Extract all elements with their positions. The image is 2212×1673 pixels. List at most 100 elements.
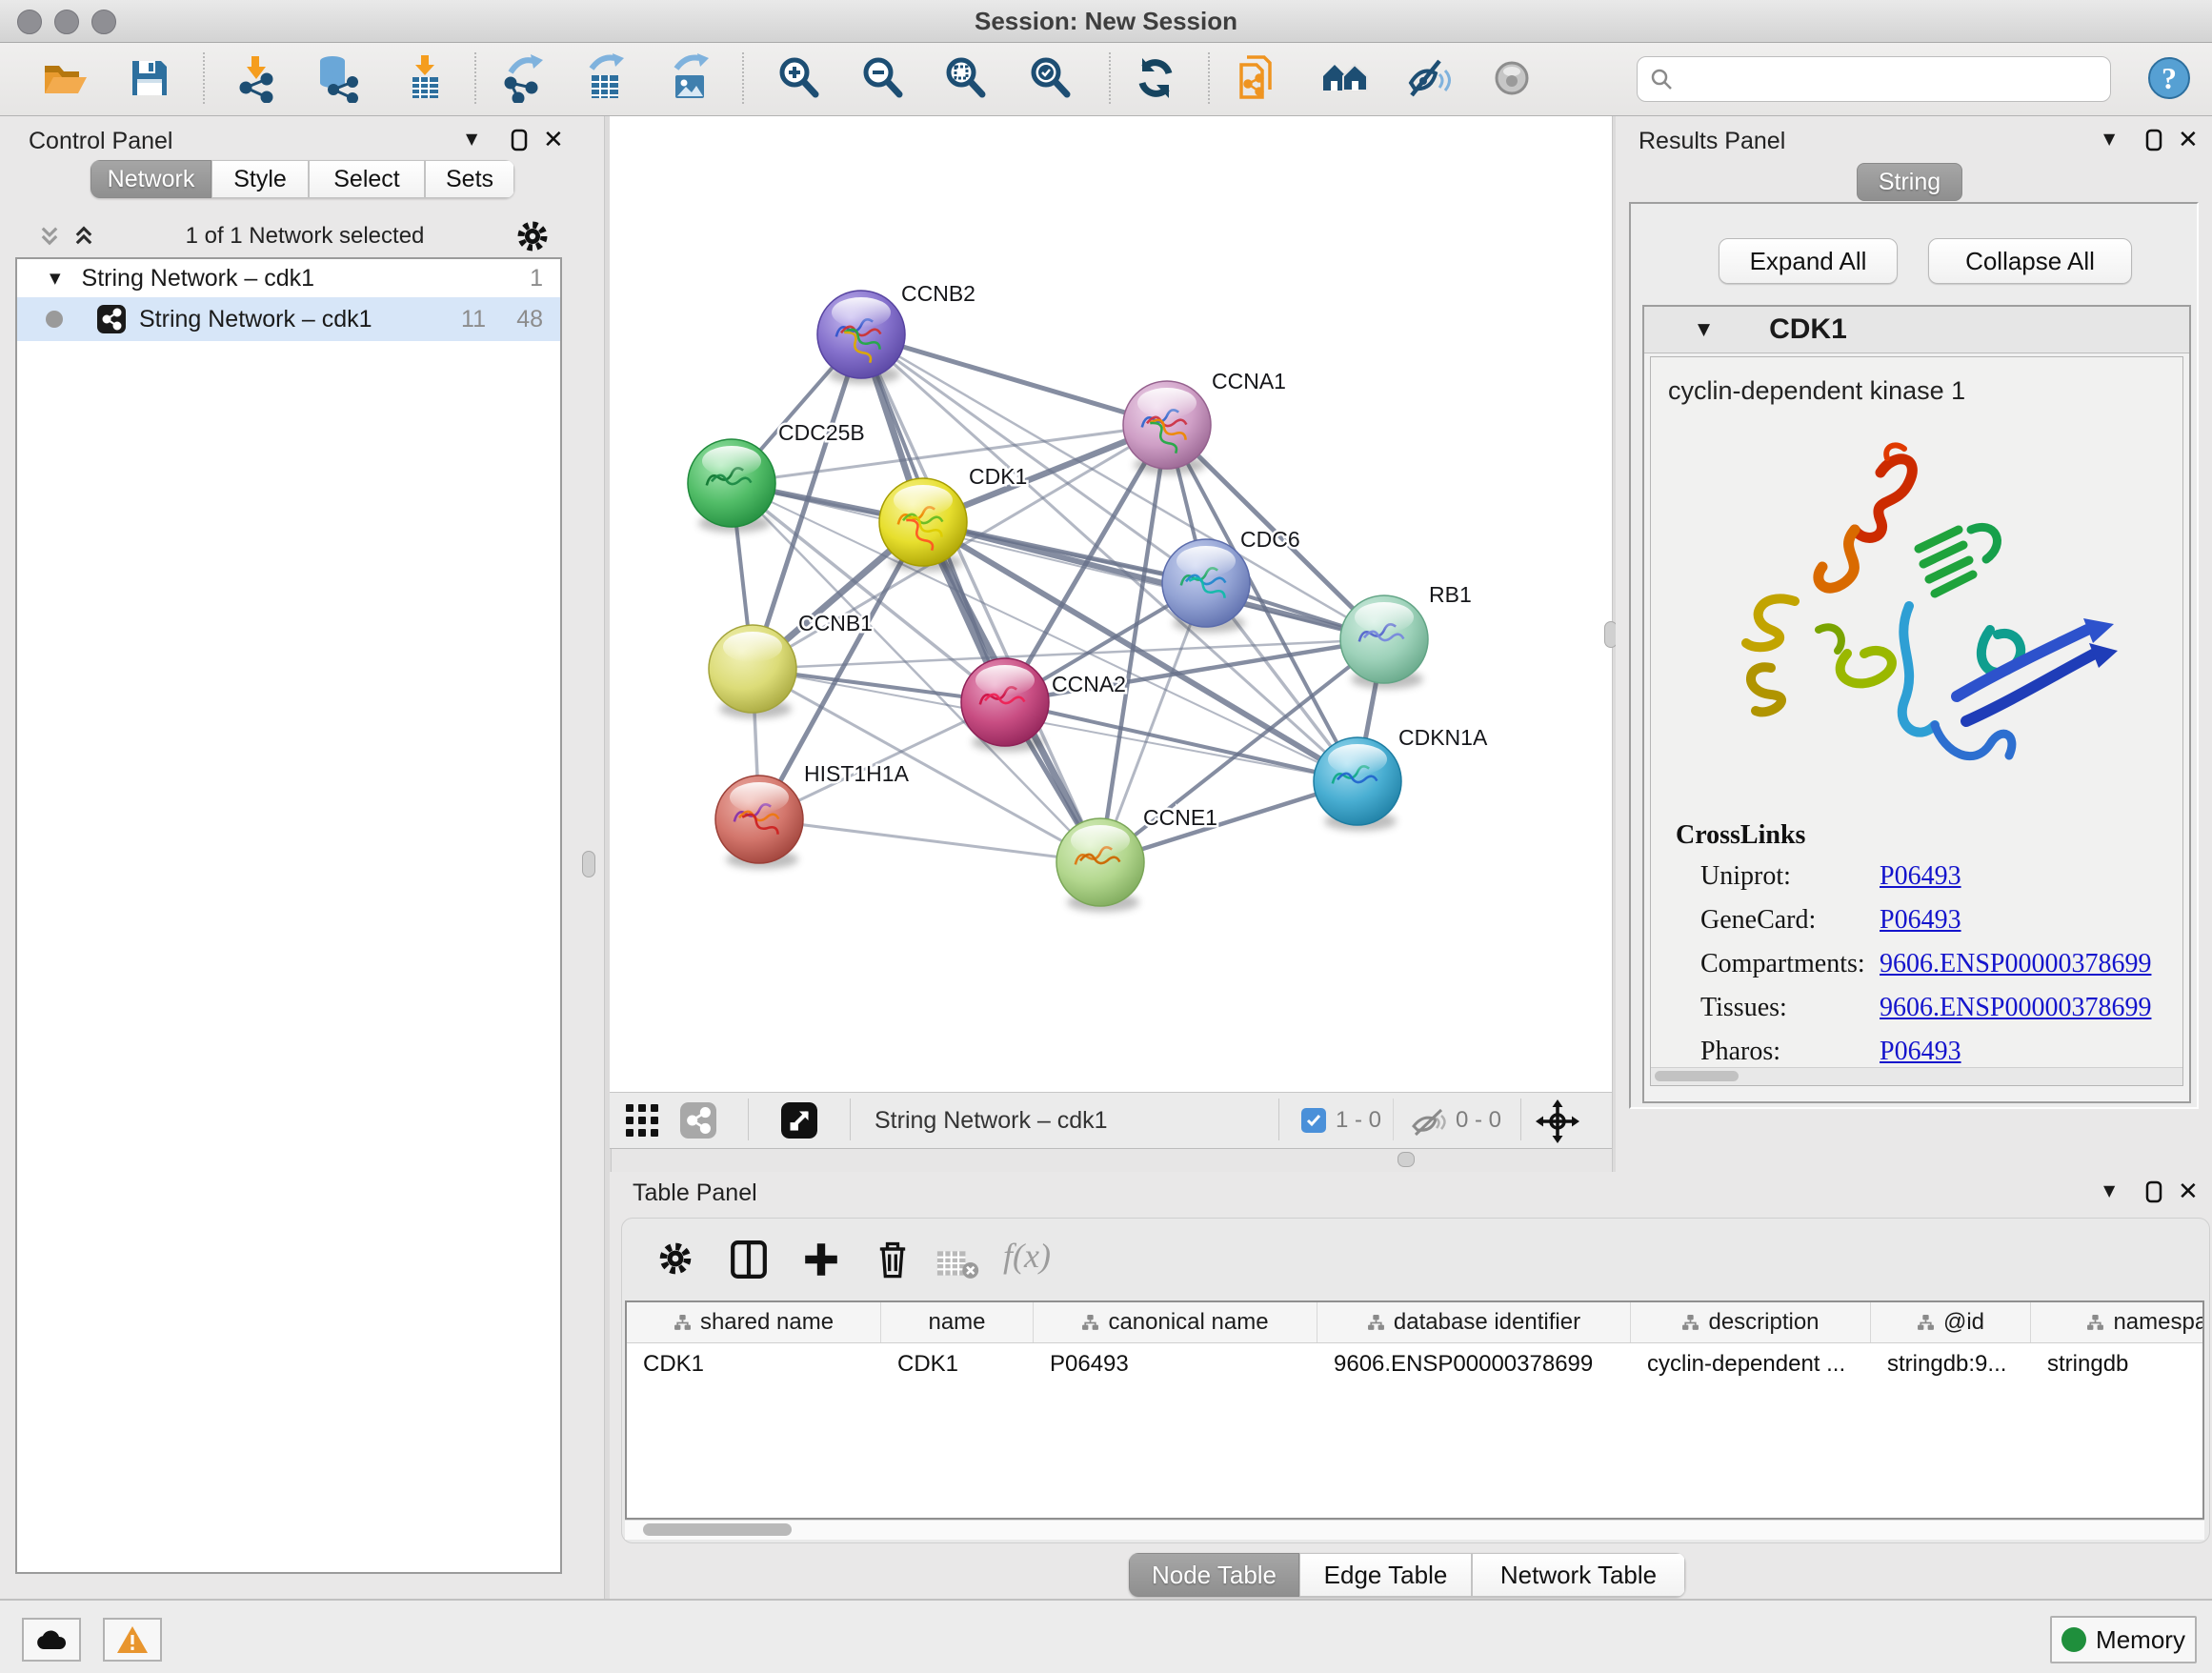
pan-crosshair-icon[interactable] — [1536, 1099, 1579, 1143]
cell-canonical-name[interactable]: P06493 — [1034, 1351, 1317, 1378]
node-CDK1[interactable]: CDK1 — [879, 464, 1027, 572]
hidden-eye-icon[interactable] — [1410, 1107, 1448, 1136]
tab-edge-table[interactable]: Edge Table — [1299, 1553, 1472, 1597]
import-table-file-icon[interactable] — [400, 53, 450, 103]
collapse-all-button[interactable]: Collapse All — [1928, 238, 2132, 284]
cell-@id[interactable]: stringdb:9... — [1871, 1351, 2031, 1378]
gear-icon[interactable] — [514, 218, 551, 254]
edge-CCNA1-CCNE1[interactable] — [1100, 425, 1167, 862]
memory-button[interactable]: Memory — [2050, 1616, 2197, 1663]
zoom-selected-icon[interactable] — [1025, 53, 1075, 103]
cell-database-identifier[interactable]: 9606.ENSP00000378699 — [1317, 1351, 1631, 1378]
column-header-@id[interactable]: @id — [1871, 1302, 2031, 1342]
export-image-icon[interactable] — [665, 53, 714, 103]
split-columns-icon[interactable] — [729, 1240, 769, 1280]
node-CCNA1[interactable]: CCNA1 — [1123, 369, 1286, 474]
cloud-button[interactable] — [22, 1618, 81, 1662]
network-collection-row[interactable]: ▼ String Network – cdk1 1 — [17, 259, 560, 297]
node-CDKN1A[interactable]: CDKN1A — [1314, 725, 1488, 831]
edge-HIST1H1A-CCNE1[interactable] — [759, 819, 1100, 862]
crosslink-link[interactable]: P06493 — [1880, 861, 1961, 892]
delete-table-icon[interactable] — [935, 1245, 980, 1281]
crosslink-link[interactable]: 9606.ENSP00000378699 — [1880, 993, 2151, 1023]
import-network-database-icon[interactable] — [312, 53, 362, 103]
first-neighbors-icon[interactable] — [1320, 53, 1370, 103]
search-field[interactable] — [1637, 56, 2111, 102]
float-panel-icon[interactable] — [2145, 129, 2162, 151]
close-panel-icon[interactable]: ✕ — [543, 126, 564, 154]
crosslink-link[interactable]: P06493 — [1880, 905, 1961, 936]
save-session-icon[interactable] — [125, 53, 174, 103]
zoom-fit-icon[interactable] — [940, 53, 990, 103]
selected-checkbox[interactable] — [1301, 1108, 1326, 1133]
import-network-file-icon[interactable] — [232, 53, 282, 103]
warning-button[interactable] — [103, 1618, 162, 1662]
tab-style[interactable]: Style — [211, 160, 309, 198]
horizontal-scrollbar[interactable] — [1651, 1067, 2182, 1085]
cell-shared-name[interactable]: CDK1 — [627, 1351, 881, 1378]
column-header-name[interactable]: name — [881, 1302, 1034, 1342]
column-header-canonical-name[interactable]: canonical name — [1034, 1302, 1317, 1342]
close-panel-icon[interactable]: ✕ — [2178, 1178, 2199, 1206]
tree-expander-icon[interactable]: ▼ — [50, 270, 61, 287]
tab-node-table[interactable]: Node Table — [1129, 1553, 1299, 1597]
float-panel-icon[interactable] — [2145, 1180, 2162, 1203]
panel-menu-icon[interactable]: ▼ — [2103, 1181, 2115, 1199]
open-session-icon[interactable] — [40, 53, 90, 103]
help-icon[interactable]: ? — [2144, 53, 2194, 103]
collapse-section-icon[interactable]: ▼ — [1698, 320, 1710, 339]
horizontal-scrollbar[interactable] — [625, 1520, 2204, 1540]
column-header-database-identifier[interactable]: database identifier — [1317, 1302, 1631, 1342]
node-HIST1H1A[interactable]: HIST1H1A — [715, 761, 910, 869]
crosslink-link[interactable]: 9606.ENSP00000378699 — [1880, 949, 2151, 979]
close-panel-icon[interactable]: ✕ — [2178, 126, 2199, 154]
tab-network-table[interactable]: Network Table — [1472, 1553, 1685, 1597]
expand-all-button[interactable]: Expand All — [1719, 238, 1898, 284]
show-graphics-details-icon[interactable] — [1487, 53, 1537, 103]
hide-selection-icon[interactable] — [1403, 53, 1453, 103]
tab-string[interactable]: String — [1857, 163, 1962, 201]
divider-grip[interactable] — [1398, 1152, 1415, 1167]
memory-status-dot — [2061, 1627, 2086, 1652]
column-header-namespace[interactable]: namespace — [2031, 1302, 2204, 1342]
grid-view-icon[interactable] — [625, 1103, 659, 1138]
cell-namespace[interactable]: stringdb — [2031, 1351, 2204, 1378]
column-header-shared-name[interactable]: shared name — [627, 1302, 881, 1342]
export-table-icon[interactable] — [580, 53, 630, 103]
gene-card-header[interactable]: ▼ CDK1 — [1644, 307, 2189, 353]
tab-network[interactable]: Network — [90, 160, 211, 198]
edge-CCNB2-CCNA1[interactable] — [861, 334, 1167, 425]
table-row[interactable]: CDK1CDK1P064939606.ENSP00000378699cyclin… — [627, 1343, 2202, 1385]
share-network-icon[interactable] — [680, 1102, 716, 1139]
zoom-in-icon[interactable] — [774, 53, 823, 103]
import-string-network-icon[interactable] — [1234, 53, 1283, 103]
panel-menu-icon[interactable]: ▼ — [2103, 130, 2115, 148]
cell-name[interactable]: CDK1 — [881, 1351, 1034, 1378]
refresh-view-icon[interactable] — [1131, 53, 1180, 103]
search-input[interactable] — [1681, 59, 2110, 99]
column-header-description[interactable]: description — [1631, 1302, 1871, 1342]
float-panel-icon[interactable] — [511, 129, 528, 151]
network-row-label: String Network – cdk1 — [139, 306, 372, 333]
gear-icon[interactable] — [656, 1240, 694, 1278]
network-view-canvas[interactable]: CCNB2CCNA1CDC25BCDK1CDC6RB1CCNB1CCNA2CDK… — [610, 116, 1612, 1092]
panel-menu-icon[interactable]: ▼ — [466, 130, 477, 148]
tab-sets[interactable]: Sets — [425, 160, 514, 198]
node-RB1[interactable]: RB1 — [1340, 582, 1472, 689]
collapse-all-icon[interactable] — [38, 225, 61, 248]
add-column-icon[interactable] — [801, 1240, 841, 1280]
node-CCNB2[interactable]: CCNB2 — [817, 281, 975, 384]
cell-description[interactable]: cyclin-dependent ... — [1631, 1351, 1871, 1378]
scrollbar-thumb[interactable] — [1655, 1071, 1739, 1081]
open-in-new-window-icon[interactable] — [781, 1102, 817, 1139]
divider-grip[interactable] — [582, 851, 595, 877]
expand-all-icon[interactable] — [72, 225, 95, 248]
zoom-out-icon[interactable] — [857, 53, 907, 103]
node-label: CDK1 — [969, 464, 1027, 489]
network-row-selected[interactable]: String Network – cdk1 11 48 — [17, 297, 560, 341]
export-network-icon[interactable] — [499, 53, 549, 103]
crosslink-link[interactable]: P06493 — [1880, 1037, 1961, 1067]
tab-select[interactable]: Select — [309, 160, 425, 198]
delete-column-icon[interactable] — [872, 1238, 914, 1281]
scrollbar-thumb[interactable] — [643, 1523, 792, 1536]
